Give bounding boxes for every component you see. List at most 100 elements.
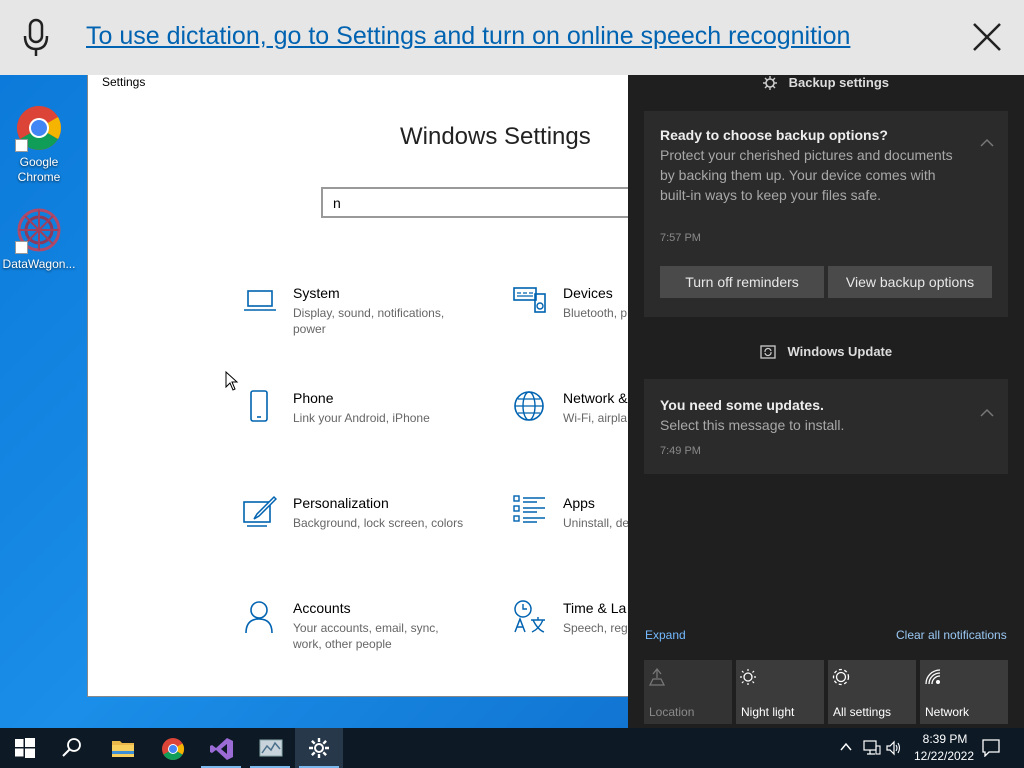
windows-update-group-header[interactable]: Windows Update xyxy=(628,344,1024,359)
settings-window: Settings Windows Settings n System Displ… xyxy=(87,75,628,697)
search-icon xyxy=(62,738,81,757)
settings-search-input[interactable]: n xyxy=(321,187,628,218)
tile-time-language[interactable]: Time & La Speech, reg xyxy=(513,600,628,670)
search-button[interactable] xyxy=(48,728,96,768)
quick-action-network[interactable]: Network xyxy=(920,660,1008,724)
tile-name: Devices xyxy=(563,285,613,301)
desktop-icon-label: Google Chrome xyxy=(17,155,61,184)
notification-time: 7:57 PM xyxy=(660,232,701,244)
quick-action-label: Network xyxy=(925,705,970,719)
update-notification[interactable]: You need some updates. Select this messa… xyxy=(644,379,1008,474)
desktop-icon-google-chrome[interactable]: Google Chrome xyxy=(0,104,78,185)
tile-name: Apps xyxy=(563,495,595,511)
visual-studio-icon xyxy=(210,738,233,760)
tile-desc: Wi-Fi, airpla xyxy=(563,411,628,425)
desktop-icon-datawagon[interactable]: DataWagon... xyxy=(0,206,78,272)
page-title: Windows Settings xyxy=(400,123,591,150)
shortcut-arrow-icon xyxy=(15,139,28,152)
tile-system[interactable]: System Display, sound, notifications, po… xyxy=(243,285,483,355)
gear-icon xyxy=(309,738,329,758)
taskbar-datawagon[interactable] xyxy=(246,728,294,768)
group-title: Windows Update xyxy=(787,344,893,359)
tile-name: Time & La xyxy=(563,600,627,616)
taskbar-visual-studio[interactable] xyxy=(197,728,245,768)
devices-icon xyxy=(513,287,546,313)
gear-icon xyxy=(762,76,777,90)
laptop-icon xyxy=(244,290,276,311)
backup-notification[interactable]: Ready to choose backup options? Protect … xyxy=(644,111,1008,317)
datawagon-icon xyxy=(15,206,63,254)
taskbar-settings[interactable] xyxy=(295,728,343,768)
apps-list-icon xyxy=(513,495,545,523)
clear-all-notifications-link[interactable]: Clear all notifications xyxy=(896,628,1007,642)
action-center: Backup settings Ready to choose backup o… xyxy=(628,75,1024,728)
tile-desc: Background, lock screen, colors xyxy=(293,516,464,530)
shortcut-arrow-icon xyxy=(15,241,28,254)
tile-name: Personalization xyxy=(293,495,389,511)
desktop-icon-label: DataWagon... xyxy=(2,257,76,271)
notification-title: You need some updates. xyxy=(660,397,824,413)
chevron-up-icon[interactable] xyxy=(980,138,994,148)
tile-phone[interactable]: Phone Link your Android, iPhone xyxy=(243,390,483,460)
tile-desc: Bluetooth, p xyxy=(563,306,628,320)
chrome-icon xyxy=(15,104,63,152)
tile-name: Accounts xyxy=(293,600,351,616)
gear-icon xyxy=(832,668,850,686)
globe-icon xyxy=(514,391,544,421)
dictation-banner: To use dictation, go to Settings and tur… xyxy=(0,0,1024,75)
quick-action-label: All settings xyxy=(833,705,892,719)
location-icon xyxy=(648,668,666,686)
clock-date[interactable]: 12/22/2022 xyxy=(909,749,979,763)
close-icon[interactable] xyxy=(970,20,1004,54)
tile-network[interactable]: Network & Wi-Fi, airpla xyxy=(513,390,628,460)
tile-desc: Uninstall, de features xyxy=(563,516,628,530)
taskbar-chrome[interactable] xyxy=(148,728,196,768)
notifications-icon[interactable] xyxy=(982,739,1000,757)
tile-desc: Display, sound, notifications, power xyxy=(293,306,445,336)
tile-desc: Link your Android, iPhone xyxy=(293,411,430,425)
quick-action-label: Night light xyxy=(741,705,795,719)
turn-off-reminders-button[interactable]: Turn off reminders xyxy=(660,266,824,298)
chrome-icon xyxy=(162,738,184,760)
quick-action-night-light[interactable]: Night light xyxy=(736,660,824,724)
quick-action-location[interactable]: Location xyxy=(644,660,732,724)
taskbar: 8:39 PM 12/22/2022 xyxy=(0,728,1024,768)
night-light-icon xyxy=(740,669,756,685)
group-title: Backup settings xyxy=(788,75,890,90)
tile-personalization[interactable]: Personalization Background, lock screen,… xyxy=(243,495,483,565)
quick-action-label: Location xyxy=(649,705,695,719)
view-backup-options-button[interactable]: View backup options xyxy=(828,266,992,298)
clock-time[interactable]: 8:39 PM xyxy=(918,732,972,746)
microphone-icon xyxy=(23,18,49,56)
time-language-icon xyxy=(514,600,545,633)
volume-icon[interactable] xyxy=(886,740,902,756)
expand-link[interactable]: Expand xyxy=(645,628,686,642)
chevron-up-icon[interactable] xyxy=(980,408,994,418)
tile-accounts[interactable]: Accounts Your accounts, email, sync, wor… xyxy=(243,600,483,670)
tile-name: Network & xyxy=(563,390,628,406)
backup-settings-group-header[interactable]: Backup settings xyxy=(628,75,1024,90)
mouse-cursor-icon xyxy=(225,371,239,391)
tile-desc: Your accounts, email, sync, work, other … xyxy=(293,621,439,651)
tile-name: Phone xyxy=(293,390,334,406)
network-icon xyxy=(925,669,941,685)
notification-body: Protect your cherished pictures and docu… xyxy=(660,147,953,203)
window-title: Settings xyxy=(102,75,146,89)
start-button[interactable] xyxy=(0,728,48,768)
notification-body: Select this message to install. xyxy=(660,417,845,433)
tile-name: System xyxy=(293,285,340,301)
folder-icon xyxy=(112,741,134,757)
notification-title: Ready to choose backup options? xyxy=(660,127,888,143)
tile-devices[interactable]: Devices Bluetooth, p xyxy=(513,285,628,355)
quick-action-all-settings[interactable]: All settings xyxy=(828,660,916,724)
dictation-settings-link[interactable]: To use dictation, go to Settings and tur… xyxy=(86,22,850,51)
network-tray-icon[interactable] xyxy=(863,740,881,756)
tile-desc: Speech, reg xyxy=(563,621,628,635)
chevron-up-icon[interactable] xyxy=(840,742,852,752)
person-icon xyxy=(245,601,273,634)
tile-apps[interactable]: Apps Uninstall, de features xyxy=(513,495,628,565)
paint-brush-icon xyxy=(243,495,277,527)
taskbar-file-explorer[interactable] xyxy=(98,728,146,768)
phone-icon xyxy=(250,390,268,422)
update-icon xyxy=(760,345,776,359)
